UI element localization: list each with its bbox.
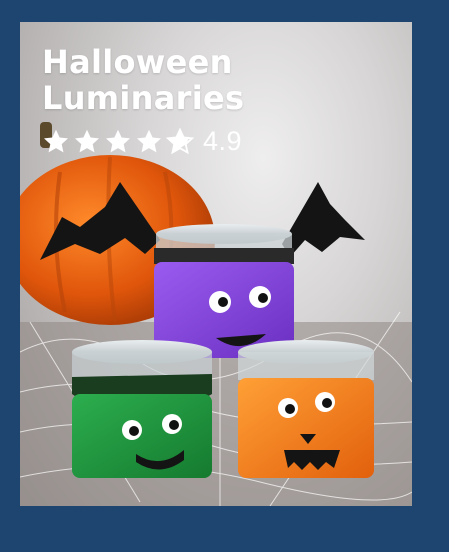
star-icon bbox=[74, 129, 100, 152]
orange-pumpkin-jar bbox=[238, 340, 374, 478]
green-frankenstein-jar bbox=[72, 340, 212, 478]
star-icon bbox=[105, 129, 131, 152]
product-card[interactable]: Halloween Luminaries 4.9 bbox=[20, 22, 412, 506]
star-icon bbox=[136, 129, 162, 152]
rating-value: 4.9 bbox=[203, 126, 243, 156]
star-rating bbox=[42, 127, 194, 156]
right-bat-wing-icon bbox=[282, 182, 365, 257]
half-star-icon bbox=[166, 127, 194, 154]
card-overlay: Halloween Luminaries 4.9 bbox=[42, 44, 402, 157]
star-icon bbox=[43, 129, 69, 152]
rating: 4.9 bbox=[42, 126, 402, 157]
title-line-2: Luminaries bbox=[42, 79, 245, 117]
title-line-1: Halloween bbox=[42, 43, 233, 81]
product-title[interactable]: Halloween Luminaries bbox=[42, 44, 402, 116]
